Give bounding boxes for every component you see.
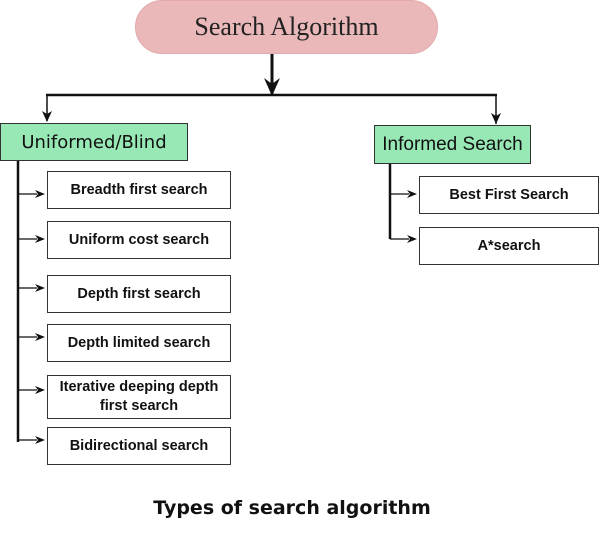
- leaf-best-first-search: Best First Search: [419, 176, 599, 214]
- leaf-depth-limited-search: Depth limited search: [47, 324, 231, 362]
- category-uninformed-blind: Uniformed/Blind: [0, 123, 188, 161]
- leaf-uniform-cost-search: Uniform cost search: [47, 221, 231, 259]
- category-informed-search: Informed Search: [374, 125, 531, 164]
- leaf-iterative-deepening-dfs: Iterative deeping depth first search: [47, 375, 231, 419]
- leaf-depth-first-search: Depth first search: [47, 275, 231, 313]
- leaf-a-star-search: A*search: [419, 227, 599, 265]
- root-node-search-algorithm: Search Algorithm: [135, 0, 438, 54]
- diagram-caption: Types of search algorithm: [153, 497, 431, 519]
- leaf-breadth-first-search: Breadth first search: [47, 171, 231, 209]
- leaf-bidirectional-search: Bidirectional search: [47, 427, 231, 465]
